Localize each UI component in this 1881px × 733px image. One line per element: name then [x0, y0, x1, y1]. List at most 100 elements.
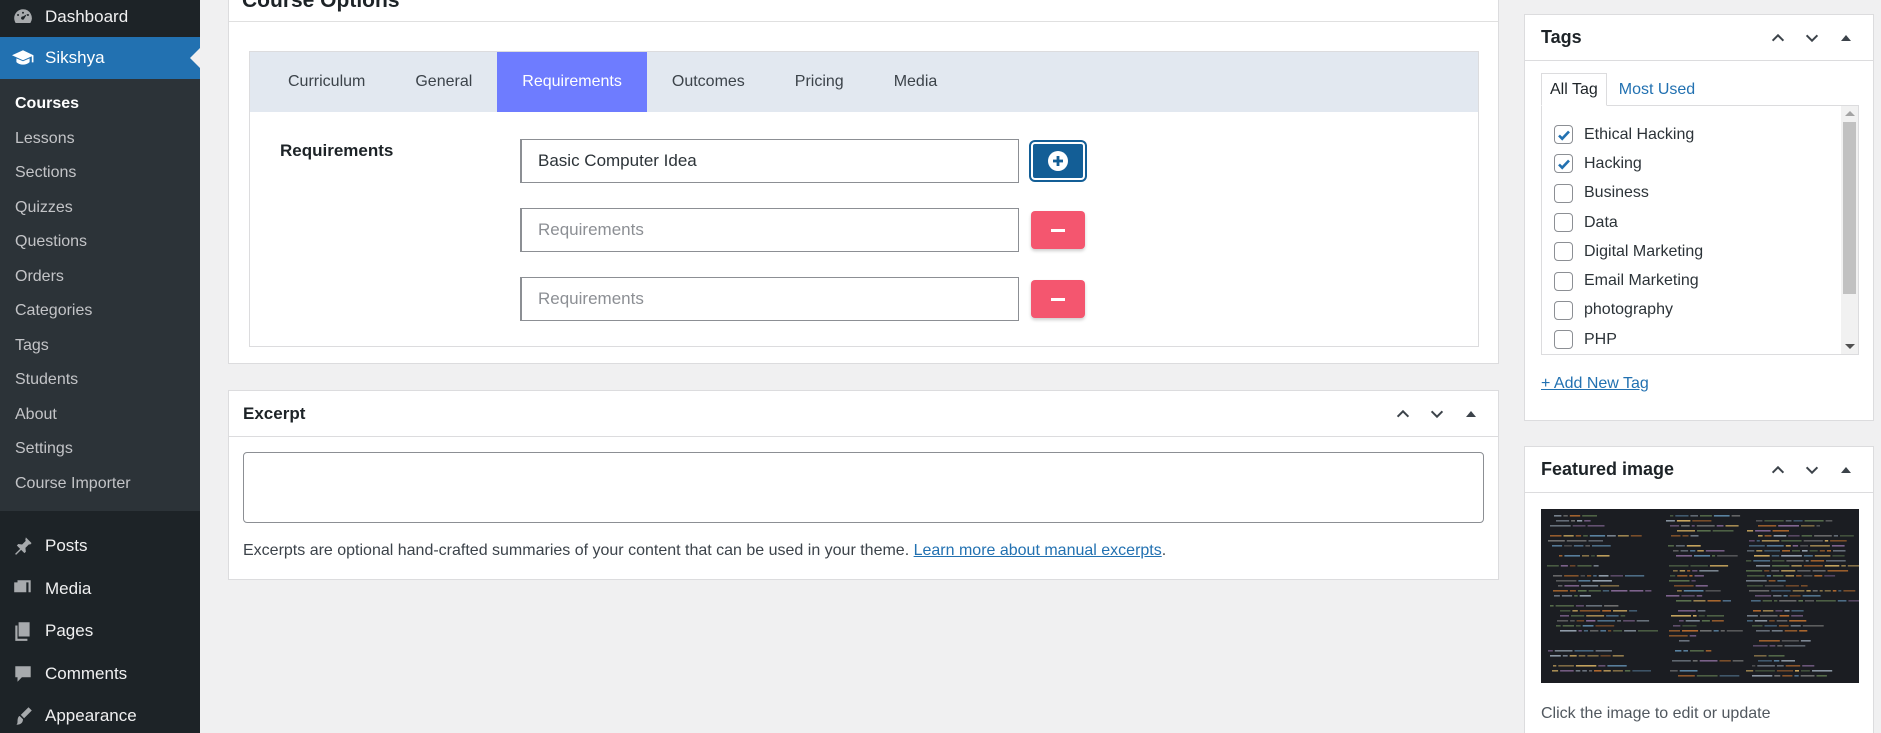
tab-most-used[interactable]: Most Used — [1607, 73, 1703, 106]
tag-checkbox[interactable] — [1554, 183, 1573, 203]
tag-item[interactable]: Digital Marketing — [1542, 237, 1858, 266]
collapse-toggle-icon[interactable] — [1833, 457, 1859, 483]
tags-scrollbar[interactable] — [1841, 106, 1858, 354]
code-line-fragment — [1575, 665, 1597, 667]
submenu-questions[interactable]: Questions — [0, 225, 200, 260]
submenu-settings[interactable]: Settings — [0, 432, 200, 467]
tag-item[interactable]: Email Marketing — [1542, 266, 1858, 295]
featured-image-thumbnail[interactable] — [1541, 509, 1859, 683]
menu-sikshya[interactable]: Sikshya — [0, 37, 200, 79]
tag-checkbox[interactable] — [1554, 330, 1573, 350]
code-line-fragment — [1758, 525, 1777, 527]
tag-item[interactable]: Data — [1542, 208, 1858, 237]
tab-pricing[interactable]: Pricing — [770, 52, 869, 112]
add-new-tag-link[interactable]: + Add New Tag — [1541, 375, 1649, 393]
code-line-fragment — [1847, 565, 1859, 567]
tab-general[interactable]: General — [390, 52, 497, 112]
tag-item[interactable]: PHP — [1542, 325, 1858, 354]
move-down-icon[interactable] — [1424, 401, 1450, 427]
tag-checkbox[interactable] — [1554, 125, 1573, 145]
add-requirement-button[interactable] — [1031, 142, 1085, 180]
menu-posts-label: Posts — [45, 536, 88, 556]
move-up-icon[interactable] — [1765, 457, 1791, 483]
tab-outcomes[interactable]: Outcomes — [647, 52, 770, 112]
tag-item[interactable]: Hacking — [1542, 149, 1858, 178]
code-line-fragment — [1570, 620, 1575, 622]
menu-appearance[interactable]: Appearance — [0, 695, 200, 733]
code-line-fragment — [1670, 670, 1678, 672]
code-line-fragment — [1772, 530, 1789, 532]
submenu-students[interactable]: Students — [0, 363, 200, 398]
requirement-input-1[interactable]: Basic Computer Idea — [520, 139, 1019, 183]
menu-comments[interactable]: Comments — [0, 653, 200, 696]
code-line-fragment — [1550, 605, 1554, 607]
menu-media[interactable]: Media — [0, 568, 200, 611]
code-line-fragment — [1576, 620, 1585, 622]
requirement-input-2[interactable]: Requirements — [520, 208, 1019, 252]
tag-checkbox[interactable] — [1554, 271, 1573, 291]
code-line-fragment — [1564, 575, 1579, 577]
submenu-lessons[interactable]: Lessons — [0, 122, 200, 157]
code-line-fragment — [1824, 590, 1831, 592]
menu-sikshya-label: Sikshya — [45, 48, 105, 67]
code-line-fragment — [1547, 565, 1559, 567]
tab-curriculum[interactable]: Curriculum — [263, 52, 390, 112]
submenu-quizzes[interactable]: Quizzes — [0, 191, 200, 226]
code-line-fragment — [1586, 615, 1605, 617]
tag-checkbox[interactable] — [1554, 242, 1573, 262]
tag-checkbox[interactable] — [1554, 300, 1573, 320]
code-line-fragment — [1691, 580, 1696, 582]
code-line-fragment — [1683, 590, 1704, 592]
tag-item[interactable]: Ethical Hacking — [1542, 120, 1858, 149]
submenu-sections[interactable]: Sections — [0, 156, 200, 191]
excerpt-textarea[interactable] — [243, 452, 1484, 523]
code-line-fragment — [1679, 640, 1690, 642]
requirement-input-3[interactable]: Requirements — [520, 277, 1019, 321]
code-line-fragment — [1833, 550, 1846, 552]
scrollbar-thumb[interactable] — [1843, 122, 1856, 294]
submenu-categories[interactable]: Categories — [0, 294, 200, 329]
code-line-fragment — [1613, 630, 1623, 632]
move-up-icon[interactable] — [1765, 25, 1791, 51]
code-line-fragment — [1587, 575, 1592, 577]
tab-requirements[interactable]: Requirements — [497, 52, 647, 112]
code-line-fragment — [1558, 585, 1563, 587]
code-line-fragment — [1713, 515, 1730, 517]
submenu-orders[interactable]: Orders — [0, 260, 200, 295]
submenu-courses[interactable]: Courses — [0, 87, 200, 122]
move-up-icon[interactable] — [1390, 401, 1416, 427]
code-line-fragment — [1788, 535, 1800, 537]
menu-posts[interactable]: Posts — [0, 525, 200, 568]
remove-requirement-button-2[interactable] — [1031, 211, 1085, 249]
collapse-toggle-icon[interactable] — [1833, 25, 1859, 51]
tab-media[interactable]: Media — [869, 52, 963, 112]
move-down-icon[interactable] — [1799, 457, 1825, 483]
featured-image-title: Featured image — [1541, 459, 1675, 479]
menu-pages[interactable]: Pages — [0, 610, 200, 653]
tag-checkbox[interactable] — [1554, 154, 1573, 174]
tab-all-tags[interactable]: All Tag — [1541, 73, 1607, 106]
submenu-tags[interactable]: Tags — [0, 329, 200, 364]
code-line-fragment — [1803, 575, 1813, 577]
submenu-about[interactable]: About — [0, 398, 200, 433]
move-down-icon[interactable] — [1799, 25, 1825, 51]
code-line-fragment — [1792, 590, 1805, 592]
submenu-course-importer[interactable]: Course Importer — [0, 467, 200, 502]
code-line-fragment — [1577, 565, 1592, 567]
code-line-fragment — [1579, 595, 1591, 597]
tag-item[interactable]: Business — [1542, 179, 1858, 208]
manual-excerpts-link[interactable]: Learn more about manual excerpts — [914, 542, 1162, 559]
menu-dashboard[interactable]: Dashboard — [0, 0, 200, 38]
tag-checkbox[interactable] — [1554, 213, 1573, 233]
tag-label: PHP — [1584, 330, 1617, 348]
scroll-down-arrow-icon[interactable] — [1845, 344, 1855, 349]
code-line-fragment — [1675, 545, 1685, 547]
remove-requirement-button-3[interactable] — [1031, 280, 1085, 318]
code-line-fragment — [1749, 540, 1755, 542]
code-line-fragment — [1583, 535, 1588, 537]
tag-item[interactable]: photography — [1542, 296, 1858, 325]
code-line-fragment — [1825, 520, 1833, 522]
sikshya-submenu: Courses Lessons Sections Quizzes Questio… — [0, 79, 200, 511]
collapse-toggle-icon[interactable] — [1458, 401, 1484, 427]
scroll-up-arrow-icon[interactable] — [1845, 111, 1855, 116]
